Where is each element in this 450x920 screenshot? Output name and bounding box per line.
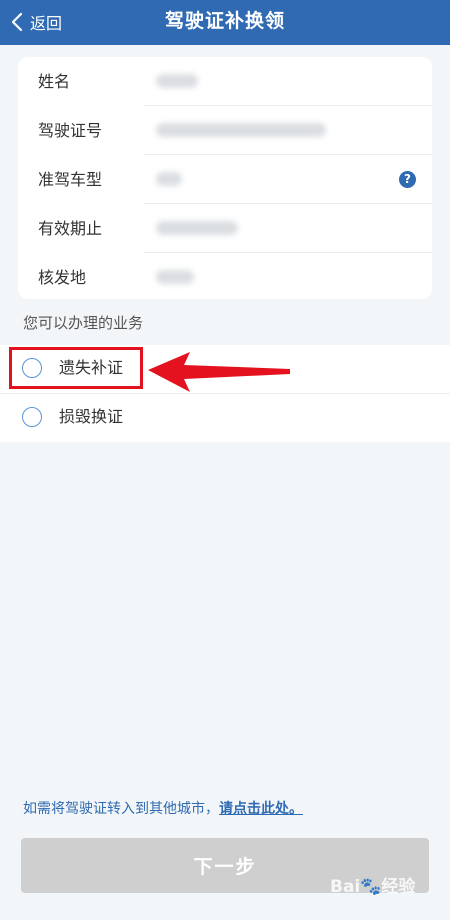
- info-label-expiry: 有效期止: [38, 219, 103, 238]
- info-label-issuer: 核发地: [38, 268, 87, 287]
- info-value-name-redacted: [156, 74, 198, 88]
- radio-button[interactable]: [22, 407, 42, 427]
- info-value-vehicle-class-redacted: [156, 172, 182, 186]
- info-label-vehicle-class: 准驾车型: [38, 170, 103, 189]
- radio-button[interactable]: [22, 358, 42, 378]
- info-value-license-number-redacted: [156, 123, 326, 137]
- info-row-vehicle-class: 准驾车型 ?: [18, 155, 432, 204]
- option-label: 遗失补证: [59, 358, 124, 377]
- info-row-name: 姓名: [18, 57, 432, 106]
- info-row-license-number: 驾驶证号: [18, 106, 432, 155]
- next-step-button[interactable]: 下一步: [21, 838, 429, 893]
- info-value-issuer-redacted: [156, 270, 194, 284]
- info-value-expiry-redacted: [156, 221, 238, 235]
- option-lost-replacement[interactable]: 遗失补证: [0, 345, 450, 394]
- transfer-text: 如需将驾驶证转入到其他城市，: [23, 801, 219, 817]
- page-title: 驾驶证补换领: [164, 10, 285, 32]
- info-label-name: 姓名: [38, 72, 71, 91]
- option-label: 损毁换证: [59, 407, 124, 426]
- help-icon[interactable]: ?: [399, 171, 416, 188]
- back-button[interactable]: 返回: [10, 7, 62, 37]
- transfer-link[interactable]: 请点击此处。: [219, 801, 303, 817]
- chevron-left-icon: [11, 12, 23, 32]
- info-row-expiry: 有效期止: [18, 204, 432, 253]
- transfer-notice: 如需将驾驶证转入到其他城市，请点击此处。: [23, 798, 303, 818]
- info-label-license-number: 驾驶证号: [38, 121, 103, 140]
- back-label: 返回: [30, 14, 63, 33]
- service-options: 遗失补证 损毁换证: [0, 345, 450, 442]
- option-damaged-replacement[interactable]: 损毁换证: [0, 394, 450, 442]
- info-row-issuer: 核发地: [18, 253, 432, 299]
- services-title: 您可以办理的业务: [23, 314, 144, 332]
- license-info-card: 姓名 驾驶证号 准驾车型 ? 有效期止 核发地: [18, 57, 432, 299]
- header-bar: 返回 驾驶证补换领: [0, 0, 450, 45]
